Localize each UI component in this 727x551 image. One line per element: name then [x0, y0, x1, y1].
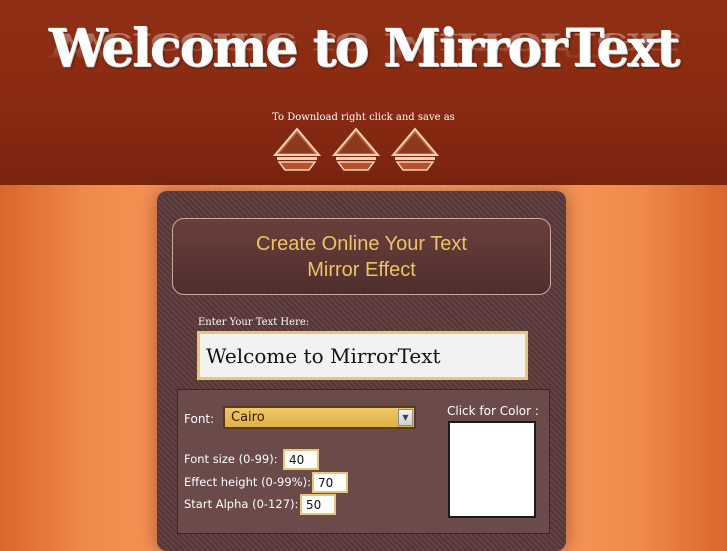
download-arrow-icon[interactable] [272, 127, 322, 173]
options-box: Font: Cairo ▼ Font size (0-99): Effect h… [177, 389, 550, 534]
font-select[interactable]: Cairo ▼ [223, 406, 416, 429]
site-logo-reflection: Welcome to MirrorText [48, 25, 679, 64]
start-alpha-input[interactable] [300, 494, 336, 515]
download-note: To Download right click and save as [272, 112, 455, 123]
site-header: Welcome to MirrorText Welcome to MirrorT… [0, 0, 727, 185]
font-size-input[interactable] [283, 449, 319, 470]
color-picker-swatch[interactable] [448, 421, 536, 518]
font-label: Font: [184, 412, 215, 426]
chevron-down-icon[interactable]: ▼ [398, 409, 413, 426]
banner-line-1: Create Online Your Text [256, 233, 467, 255]
start-alpha-label: Start Alpha (0-127): [184, 497, 299, 511]
enter-text-label: Enter Your Text Here: [198, 317, 310, 328]
title-banner: Create Online Your Text Mirror Effect [172, 218, 551, 295]
font-select-value: Cairo [231, 410, 265, 425]
banner-line-2: Mirror Effect [307, 259, 416, 281]
effect-height-input[interactable] [312, 472, 348, 493]
font-size-label: Font size (0-99): [184, 452, 278, 466]
download-arrow-icon[interactable] [331, 127, 381, 173]
mirror-text-input[interactable] [197, 331, 528, 380]
effect-height-label: Effect height (0-99%): [184, 475, 311, 489]
download-buttons [272, 127, 444, 173]
color-label: Click for Color : [447, 404, 539, 418]
download-arrow-icon[interactable] [390, 127, 440, 173]
mirror-form-panel: Create Online Your Text Mirror Effect En… [157, 191, 566, 551]
